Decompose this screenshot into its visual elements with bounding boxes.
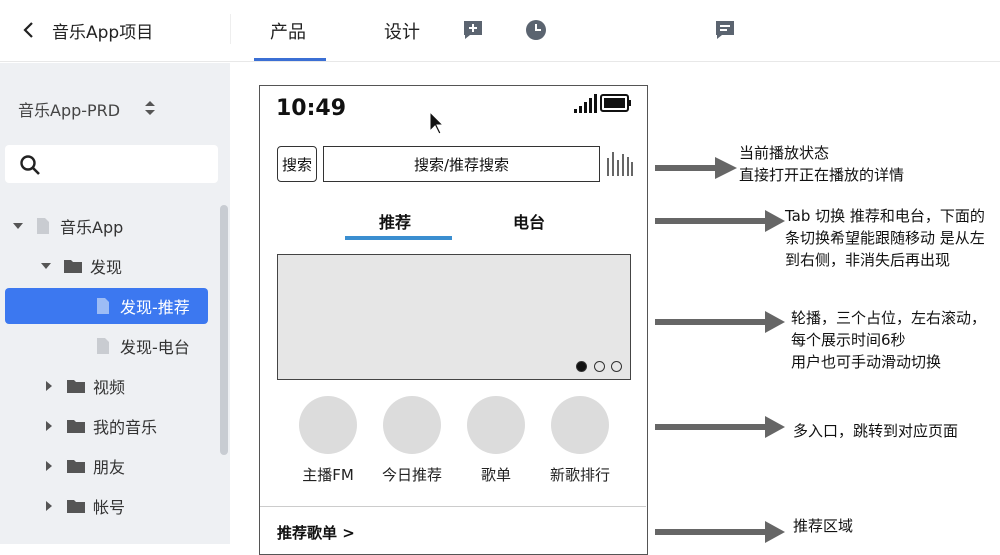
tree-item-label: 视频	[93, 378, 126, 397]
annotation-line: 到右侧，非消失后再出现	[785, 251, 951, 269]
recommended-playlist-header[interactable]: 推荐歌单 >	[277, 522, 355, 543]
tree-item-friends[interactable]: 朋友	[43, 448, 125, 484]
search-field[interactable]: 搜索/推荐搜索	[323, 146, 600, 182]
entry-icon-daily[interactable]	[383, 396, 441, 454]
folder-icon	[67, 380, 85, 393]
signal-icon	[574, 94, 597, 113]
caret-right-icon[interactable]	[43, 420, 55, 432]
annotation-line: Tab 切换 推荐和电台，下面的	[785, 207, 985, 225]
arrow-icon	[655, 210, 785, 232]
entry-label[interactable]: 新歌排行	[535, 464, 625, 485]
caret-down-icon[interactable]	[40, 260, 52, 272]
annotation-line: 用户也可手动滑动切换	[791, 353, 942, 371]
prototype-canvas: 10:49 搜索 搜索/推荐搜索 推荐 电台 主播FM 今日推荐 歌单 新歌排行…	[230, 63, 1000, 555]
folder-icon	[67, 460, 85, 473]
folder-icon	[64, 260, 82, 273]
phone-wireframe: 10:49 搜索 搜索/推荐搜索 推荐 电台 主播FM 今日推荐 歌单 新歌排行…	[259, 85, 648, 555]
caret-down-icon[interactable]	[12, 220, 24, 232]
project-title: 音乐App项目	[52, 23, 154, 43]
tab-recommend[interactable]: 推荐	[379, 209, 411, 233]
annotation-line: 每个展示时间6秒	[791, 331, 906, 349]
tree-item-discover-radio[interactable]: 发现-电台	[96, 328, 190, 364]
history-icon[interactable]	[525, 19, 547, 41]
tree-item-label: 朋友	[93, 458, 126, 477]
folder-icon	[67, 420, 85, 433]
active-tab-indicator	[254, 58, 326, 61]
entry-label[interactable]: 今日推荐	[367, 464, 457, 485]
carousel-dot-active[interactable]	[576, 361, 587, 372]
arrow-icon	[655, 416, 785, 438]
banner-carousel[interactable]	[277, 254, 631, 380]
annotation-carousel: 轮播，三个占位，左右滚动， 每个展示时间6秒 用户也可手动滑动切换	[791, 307, 986, 373]
tree-item-label: 我的音乐	[93, 418, 158, 437]
entry-label[interactable]: 歌单	[451, 464, 541, 485]
entry-icon-chart[interactable]	[551, 396, 609, 454]
divider	[230, 14, 231, 44]
back-icon[interactable]	[20, 20, 38, 40]
battery-icon	[600, 94, 631, 112]
annotation-line: 推荐区域	[793, 517, 854, 535]
folder-icon	[67, 500, 85, 513]
annotation-line: 条切换希望能跟随移动 是从左	[785, 229, 985, 247]
carousel-dot[interactable]	[611, 361, 622, 372]
tree-item-discover[interactable]: 发现	[40, 248, 122, 284]
document-name[interactable]: 音乐App-PRD	[18, 97, 120, 121]
tree-item-account[interactable]: 帐号	[43, 488, 125, 524]
annotation-line: 多入口，跳转到对应页面	[793, 422, 959, 440]
mouse-cursor-icon	[429, 111, 444, 135]
tree-item-my-music[interactable]: 我的音乐	[43, 408, 157, 444]
tree-item-music-app[interactable]: 音乐App	[12, 208, 123, 244]
caret-right-icon[interactable]	[43, 380, 55, 392]
tree-item-video[interactable]: 视频	[43, 368, 125, 404]
tree-item-label: 发现-推荐	[120, 298, 190, 317]
comment-icon[interactable]	[714, 19, 736, 41]
annotation-recommend: 推荐区域	[793, 515, 853, 537]
arrow-icon	[655, 157, 737, 179]
annotation-line: 当前播放状态	[739, 144, 830, 162]
tree-item-label: 帐号	[93, 498, 126, 517]
carousel-dot[interactable]	[594, 361, 605, 372]
search-icon	[20, 155, 40, 175]
search-button[interactable]: 搜索	[277, 146, 317, 182]
tab-product[interactable]: 产品	[270, 18, 306, 44]
tab-design[interactable]: 设计	[384, 18, 420, 44]
caret-right-icon[interactable]	[43, 460, 55, 472]
arrow-icon	[655, 521, 785, 543]
tab-radio[interactable]: 电台	[513, 209, 545, 233]
caret-right-icon[interactable]	[43, 500, 55, 512]
add-comment-icon[interactable]	[462, 19, 484, 41]
annotation-tab-switch: Tab 切换 推荐和电台，下面的 条切换希望能跟随移动 是从左 到右侧，非消失后…	[785, 205, 985, 271]
tree-item-label: 音乐App	[60, 218, 124, 237]
search-input[interactable]	[5, 145, 218, 183]
status-time: 10:49	[276, 96, 347, 121]
annotation-entries: 多入口，跳转到对应页面	[793, 420, 958, 442]
entry-label[interactable]: 主播FM	[283, 464, 373, 485]
document-icon	[37, 218, 49, 234]
document-icon	[97, 338, 109, 354]
sidebar-scrollbar[interactable]	[220, 205, 228, 455]
annotation-line: 直接打开正在播放的详情	[739, 166, 905, 184]
annotation-line: 轮播，三个占位，左右滚动，	[791, 309, 987, 327]
entry-icon-playlist[interactable]	[467, 396, 525, 454]
sidebar: 音乐App-PRD 音乐App 发现 发现-推荐 发现-电台 视频 我的音乐 朋…	[0, 63, 230, 544]
tree-item-label: 发现-电台	[120, 338, 190, 357]
tree-item-label: 发现	[90, 258, 123, 277]
section-divider	[260, 506, 646, 507]
entry-icon-fm[interactable]	[299, 396, 357, 454]
tab-indicator	[345, 236, 452, 240]
top-bar: 音乐App项目 产品 设计	[0, 0, 1000, 62]
tree-item-discover-recommend[interactable]: 发现-推荐	[5, 288, 208, 324]
now-playing-icon[interactable]	[606, 148, 634, 178]
annotation-now-playing: 当前播放状态 直接打开正在播放的详情	[739, 142, 904, 186]
document-icon	[97, 298, 109, 314]
arrow-icon	[655, 311, 785, 333]
sort-icon[interactable]	[143, 99, 157, 117]
